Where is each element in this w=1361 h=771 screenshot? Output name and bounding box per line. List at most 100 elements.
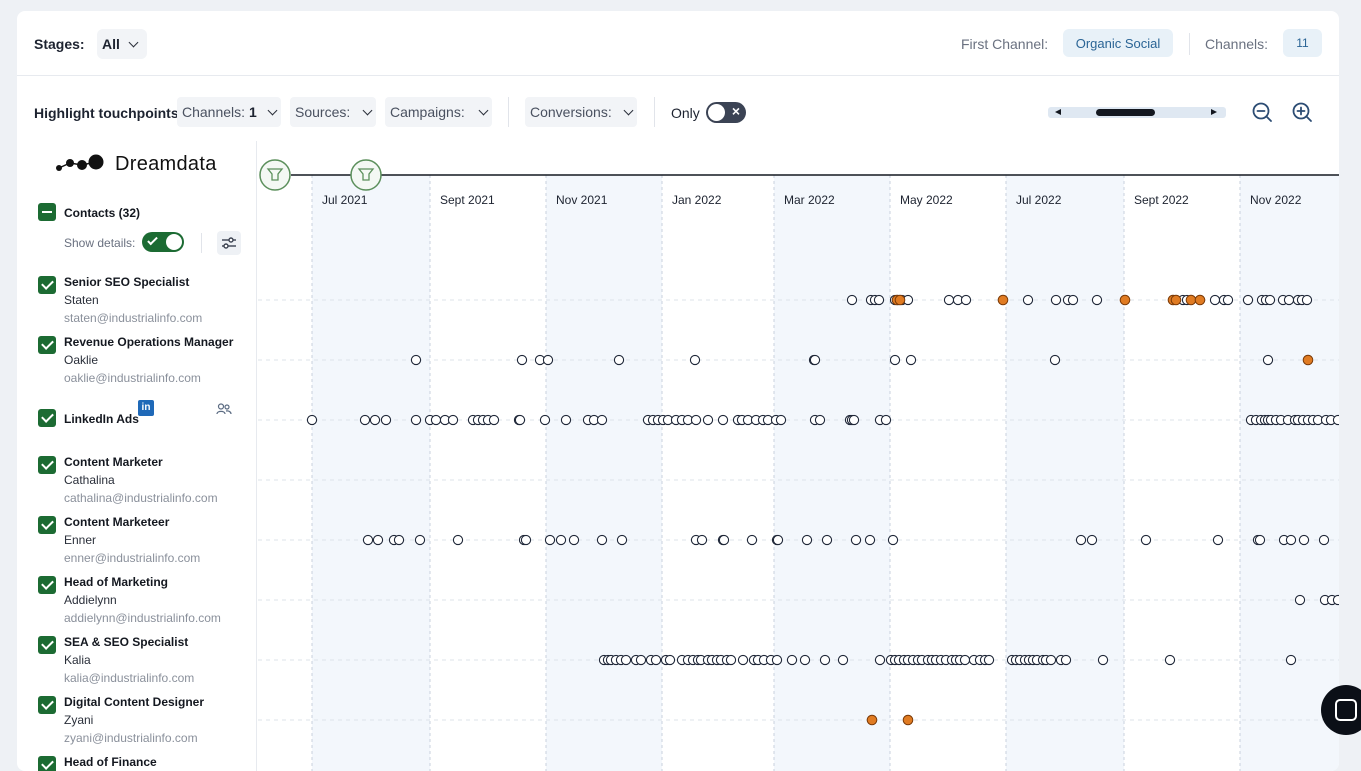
contact-title: Head of Finance	[64, 755, 157, 769]
campaigns-filter[interactable]: Campaigns:	[385, 97, 492, 127]
touchpoint-dot	[452, 534, 464, 546]
touchpoint-dot	[1283, 294, 1295, 306]
zoom-in-icon[interactable]	[1291, 101, 1313, 123]
touchpoint-dot	[1075, 534, 1087, 546]
arrow-right-icon[interactable]	[1211, 109, 1217, 115]
touchpoint-dot	[362, 534, 374, 546]
touchpoint-dot	[520, 534, 532, 546]
contact-checkbox[interactable]	[38, 636, 56, 654]
touchpoint-dot	[539, 414, 551, 426]
contact-title: Senior SEO Specialist	[64, 275, 190, 289]
filter-label: Sources:	[295, 104, 351, 120]
scroll-thumb[interactable]	[1096, 109, 1155, 116]
highlighted-touchpoint-dot	[1170, 294, 1182, 306]
timeline-scrollbar[interactable]	[1048, 107, 1226, 118]
touchpoint-dot	[613, 354, 625, 366]
contact-checkbox[interactable]	[38, 756, 56, 771]
touchpoint-dot	[850, 534, 862, 546]
contact-email: enner@industrialinfo.com	[64, 551, 201, 565]
chevron-down-icon	[478, 105, 489, 115]
show-details-toggle[interactable]	[142, 232, 184, 252]
touchpoint-dot	[1050, 294, 1062, 306]
month-column-shade	[312, 175, 430, 771]
touchpoint-dot	[690, 414, 702, 426]
stages-value: All	[102, 36, 120, 52]
month-column-shade	[774, 175, 890, 771]
highlighted-touchpoint-dot	[866, 714, 878, 726]
stages-label: Stages:	[34, 36, 85, 52]
touchpoint-dot	[410, 414, 422, 426]
touchpoint-dot	[799, 654, 811, 666]
check-icon	[147, 234, 158, 246]
contact-checkbox[interactable]	[38, 516, 56, 534]
touchpoint-dot	[1060, 654, 1072, 666]
touchpoint-dot	[848, 414, 860, 426]
touchpoint-dot	[544, 534, 556, 546]
touchpoint-dot	[689, 354, 701, 366]
contact-name: Enner	[64, 533, 97, 547]
touchpoint-dot	[772, 534, 784, 546]
contact-name: Kalia	[64, 653, 91, 667]
only-toggle[interactable]: ×	[706, 102, 746, 123]
only-label: Only	[671, 105, 700, 121]
toggle-knob	[166, 234, 182, 250]
touchpoint-dot	[801, 534, 813, 546]
contact-checkbox[interactable]	[38, 696, 56, 714]
touchpoint-dot	[880, 414, 892, 426]
touchpoint-dot	[874, 654, 886, 666]
conversions-filter[interactable]: Conversions:	[525, 97, 637, 127]
contact-email: addielynn@industrialinfo.com	[64, 611, 221, 625]
contacts-checkbox[interactable]	[38, 203, 56, 221]
touchpoint-dot	[1164, 654, 1176, 666]
month-label: Jul 2021	[322, 193, 368, 207]
touchpoint-dot	[846, 294, 858, 306]
touchpoint-dot	[905, 354, 917, 366]
filter-label: Channels: 1	[182, 104, 257, 120]
touchpoint-dot	[516, 354, 528, 366]
touchpoint-dot	[542, 354, 554, 366]
contact-name: Staten	[64, 293, 99, 307]
show-details-label: Show details:	[64, 236, 136, 250]
contact-title: SEA & SEO Specialist	[64, 635, 189, 649]
touchpoint-dot	[809, 354, 821, 366]
contact-checkbox[interactable]	[38, 456, 56, 474]
touchpoint-dot	[1022, 294, 1034, 306]
touchpoint-dot	[746, 534, 758, 546]
arrow-left-icon[interactable]	[1055, 109, 1061, 115]
touchpoint-dot	[380, 414, 392, 426]
stage-marker-icon	[259, 159, 291, 191]
touchpoint-dot	[775, 414, 787, 426]
channel-title: LinkedIn Ads	[64, 412, 139, 426]
touchpoint-dot	[1332, 594, 1339, 606]
channel-checkbox[interactable]	[38, 409, 56, 427]
touchpoint-dot	[514, 414, 526, 426]
chevron-down-icon	[267, 105, 278, 115]
contact-checkbox[interactable]	[38, 576, 56, 594]
contact-checkbox[interactable]	[38, 276, 56, 294]
contact-checkbox[interactable]	[38, 336, 56, 354]
highlighted-touchpoint-dot	[1302, 354, 1314, 366]
touchpoint-dot	[771, 654, 783, 666]
first-channel-badge: Organic Social	[1063, 29, 1173, 57]
stages-select[interactable]: All	[97, 29, 147, 59]
highlighted-touchpoint-dot	[1119, 294, 1131, 306]
touchpoint-dot	[414, 534, 426, 546]
month-label: Nov 2022	[1250, 193, 1302, 207]
touchpoint-dot	[1067, 294, 1079, 306]
touchpoint-dot	[369, 414, 381, 426]
touchpoint-dot	[1318, 534, 1330, 546]
sources-filter[interactable]: Sources:	[290, 97, 376, 127]
touchpoint-dot	[616, 534, 628, 546]
contact-name: Addielynn	[64, 593, 117, 607]
zoom-out-icon[interactable]	[1251, 101, 1273, 123]
contact-email: staten@industrialinfo.com	[64, 311, 203, 325]
highlighted-touchpoint-dot	[997, 294, 1009, 306]
chat-icon	[1335, 699, 1357, 721]
month-column-shade	[1240, 175, 1339, 771]
touchpoint-dot	[447, 414, 459, 426]
filter-settings-button[interactable]	[217, 231, 241, 255]
channels-filter[interactable]: Channels: 1	[177, 97, 281, 127]
touchpoint-dot	[650, 654, 662, 666]
contact-title: Digital Content Designer	[64, 695, 205, 709]
contacts-count-label: Contacts (32)	[64, 206, 141, 220]
